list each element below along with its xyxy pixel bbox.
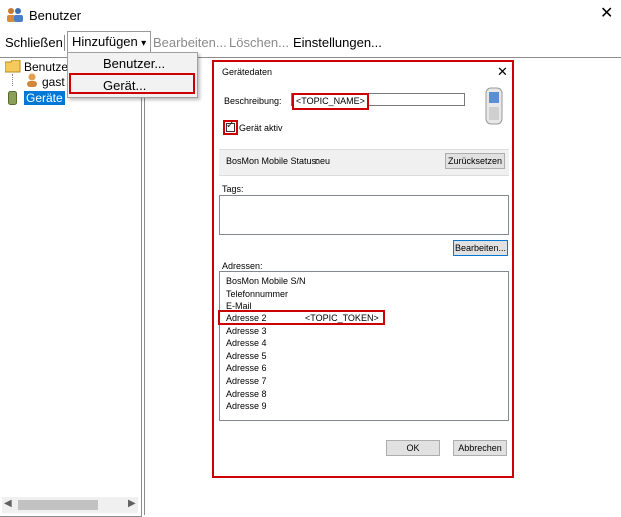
menu-edit[interactable]: Bearbeiten...	[153, 35, 227, 50]
list-item[interactable]: BosMon Mobile S/N	[226, 276, 306, 287]
scrollbar-thumb[interactable]	[18, 500, 98, 510]
list-item[interactable]: Adresse 7	[226, 376, 267, 387]
tree-item-users[interactable]: Benutzer	[24, 60, 72, 74]
user-icon	[27, 73, 37, 87]
status-label: BosMon Mobile Status:	[226, 156, 319, 166]
highlight-address-2	[218, 310, 385, 325]
menu-delete[interactable]: Löschen...	[229, 35, 289, 50]
pane-border	[145, 57, 621, 58]
chevron-down-icon: ▾	[141, 38, 147, 49]
edit-button[interactable]: Bearbeiten...	[453, 240, 508, 256]
checkmark-icon: ✓	[226, 120, 235, 131]
ok-button[interactable]: OK	[386, 440, 440, 456]
description-value[interactable]: <TOPIC_NAME>	[292, 93, 369, 110]
close-icon[interactable]: ✕	[497, 64, 508, 80]
phone-icon	[8, 91, 17, 105]
tree-item-gast[interactable]: gast	[42, 75, 65, 89]
window-title: Benutzer	[29, 8, 82, 23]
menu-separator	[64, 35, 65, 51]
list-item[interactable]: Adresse 8	[226, 389, 267, 400]
list-item[interactable]: Adresse 9	[226, 401, 267, 412]
menu-add-label: Hinzufügen	[72, 34, 138, 49]
close-icon[interactable]: ✕	[600, 4, 613, 24]
tree-pane[interactable]	[0, 57, 142, 517]
addresses-label: Adressen:	[222, 261, 263, 271]
reset-button[interactable]: Zurücksetzen	[445, 153, 505, 169]
menu-close[interactable]: Schließen	[5, 35, 63, 50]
users-icon	[7, 8, 23, 22]
dropdown-item-user[interactable]: Benutzer...	[103, 56, 165, 71]
menu-settings[interactable]: Einstellungen...	[293, 35, 382, 50]
pane-divider	[144, 57, 145, 515]
folder-icon	[5, 60, 21, 73]
scroll-left-icon[interactable]: ◀	[4, 498, 12, 509]
list-item[interactable]: Adresse 3	[226, 326, 267, 337]
tree-item-devices[interactable]: Geräte	[24, 91, 65, 105]
tags-field[interactable]	[219, 195, 509, 235]
dialog-title: Gerätedaten	[222, 67, 273, 77]
list-item[interactable]: Adresse 5	[226, 351, 267, 362]
device-active-label: Gerät aktiv	[239, 123, 283, 133]
mobile-phone-icon	[485, 87, 503, 125]
list-item[interactable]: Adresse 6	[226, 363, 267, 374]
list-item[interactable]: Telefonnummer	[226, 289, 288, 300]
title-bar	[0, 0, 621, 30]
tags-label: Tags:	[222, 184, 244, 194]
list-item[interactable]: Adresse 4	[226, 338, 267, 349]
cancel-button[interactable]: Abbrechen	[453, 440, 507, 456]
highlight-device-item	[69, 73, 195, 94]
description-label: Beschreibung:	[224, 96, 282, 106]
scroll-right-icon[interactable]: ▶	[128, 498, 136, 509]
tree-line	[12, 74, 14, 86]
status-value: neu	[315, 156, 331, 166]
